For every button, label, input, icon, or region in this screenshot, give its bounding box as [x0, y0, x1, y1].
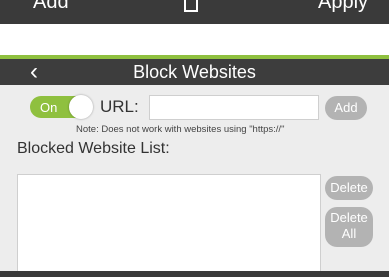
blocked-website-list[interactable]: [17, 174, 321, 277]
delete-button[interactable]: Delete: [325, 176, 373, 200]
url-input[interactable]: [149, 95, 319, 120]
add-button[interactable]: Add: [325, 96, 367, 120]
panel-header: ‹ Block Websites: [0, 55, 389, 85]
https-note: Note: Does not work with websites using …: [76, 124, 285, 135]
bottom-toolbar: [0, 271, 389, 277]
toggle-label: On: [40, 100, 58, 115]
url-label: URL:: [100, 97, 139, 116]
toggle-knob: [69, 95, 93, 119]
delete-all-label-line2: All: [341, 226, 357, 241]
block-toggle[interactable]: On: [30, 95, 93, 119]
top-toolbar: Add Apply: [0, 0, 389, 24]
block-websites-panel: ‹ Block Websites On URL: Add Note: Does …: [0, 55, 389, 277]
save-icon[interactable]: [184, 0, 198, 12]
page-title: Block Websites: [133, 62, 256, 82]
top-add-button[interactable]: Add: [33, 0, 69, 14]
blocked-list-label: Blocked Website List:: [17, 140, 170, 157]
spacer: [0, 24, 389, 55]
delete-all-button[interactable]: Delete All: [325, 207, 373, 247]
top-apply-button[interactable]: Apply: [318, 0, 368, 14]
delete-all-label-line1: Delete: [330, 210, 368, 225]
